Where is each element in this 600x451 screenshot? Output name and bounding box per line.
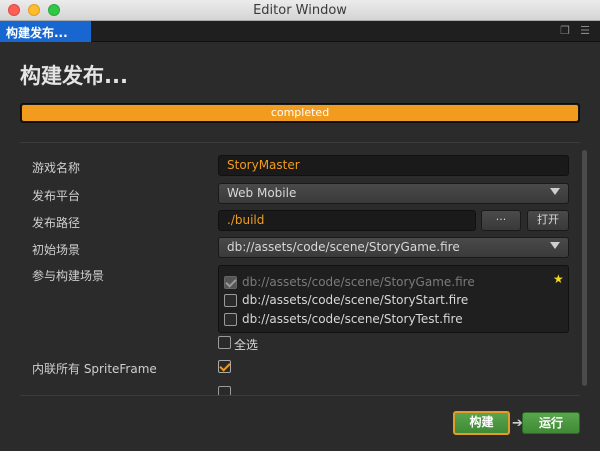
tab-build-publish[interactable]: 构建发布... xyxy=(0,21,91,42)
panel-menu-icon[interactable]: ☰ xyxy=(578,24,592,38)
platform-select[interactable]: Web Mobile xyxy=(218,183,569,204)
panel-scrollbar[interactable] xyxy=(582,150,587,386)
inline-spriteframe-label: 内联所有 SpriteFrame xyxy=(32,362,157,376)
platform-label: 发布平台 xyxy=(32,189,81,203)
platform-select-value: Web Mobile xyxy=(227,186,297,200)
partially-visible-checkbox[interactable] xyxy=(218,386,231,395)
game-name-label: 游戏名称 xyxy=(32,161,81,175)
scene-checkbox xyxy=(224,276,237,289)
browse-path-button[interactable]: ··· xyxy=(481,210,521,231)
scene-path: db://assets/code/scene/StoryStart.fire xyxy=(242,293,469,307)
progress-fill: completed xyxy=(22,105,578,121)
title-bar: Editor Window xyxy=(0,0,600,21)
start-scene-select[interactable]: db://assets/code/scene/StoryGame.fire xyxy=(218,237,569,258)
build-path-input[interactable]: ./build xyxy=(218,210,476,231)
dropdown-arrow-icon xyxy=(550,242,560,249)
start-scene-select-value: db://assets/code/scene/StoryGame.fire xyxy=(227,240,460,254)
build-settings-panel: 游戏名称 StoryMaster 发布平台 Web Mobile 发布路径 ./… xyxy=(20,142,580,396)
game-name-input[interactable]: StoryMaster xyxy=(218,155,569,176)
build-path-label: 发布路径 xyxy=(32,216,81,230)
scene-path: db://assets/code/scene/StoryGame.fire xyxy=(242,275,475,289)
build-button[interactable]: 构建 xyxy=(453,411,510,435)
popout-icon[interactable]: ❐ xyxy=(558,24,572,38)
inline-spriteframe-checkbox[interactable] xyxy=(218,360,231,373)
open-path-button[interactable]: 打开 xyxy=(527,210,569,231)
start-scene-label: 初始场景 xyxy=(32,243,81,257)
dropdown-arrow-icon xyxy=(550,188,560,195)
included-scenes-list: db://assets/code/scene/StoryGame.fire ★ … xyxy=(218,265,569,333)
scene-checkbox[interactable] xyxy=(224,294,237,307)
included-scenes-label: 参与构建场景 xyxy=(32,269,105,283)
select-all-label: 全选 xyxy=(234,338,259,352)
scene-path: db://assets/code/scene/StoryTest.fire xyxy=(242,312,463,326)
select-all-checkbox[interactable] xyxy=(218,336,231,349)
run-button[interactable]: 运行 xyxy=(522,412,580,434)
star-icon: ★ xyxy=(553,272,564,286)
window-title: Editor Window xyxy=(253,3,347,18)
tab-bar: 构建发布... ❐ ☰ xyxy=(0,21,600,42)
build-progress-bar: completed xyxy=(20,103,580,123)
scene-checkbox[interactable] xyxy=(224,313,237,326)
page-title: 构建发布... xyxy=(20,64,128,88)
